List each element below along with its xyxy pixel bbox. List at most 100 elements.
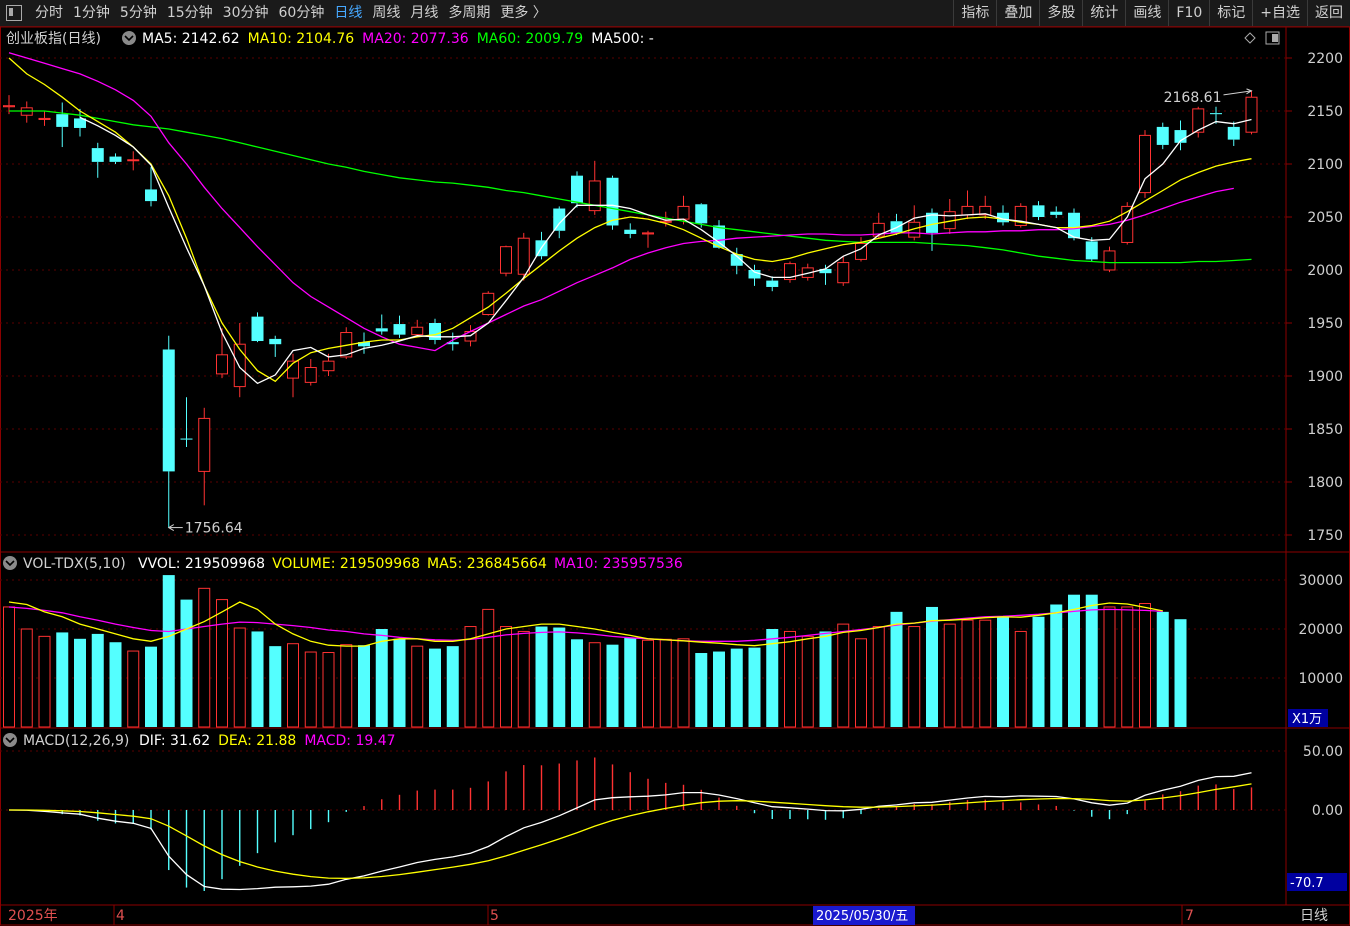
volume-bar bbox=[837, 623, 850, 728]
volume-bar bbox=[358, 645, 370, 727]
period-tab-10[interactable]: 更多 〉 bbox=[495, 0, 551, 26]
vol-legend-3: MA10: 235957536 bbox=[554, 556, 683, 572]
volume-bar bbox=[943, 623, 956, 728]
period-toolbar: 分时 1分钟 5分钟 15分钟 30分钟 60分钟 日线 周线 月线 多周期 更多 〉 指标 叠加 多股… bbox=[0, 0, 1350, 27]
macd-indicator-name: MACD(12,26,9) bbox=[23, 733, 129, 749]
candle bbox=[251, 312, 264, 343]
period-tab-8[interactable]: 月线 bbox=[405, 0, 443, 26]
candle bbox=[624, 223, 637, 239]
tool-button-7[interactable]: +自选 bbox=[1252, 0, 1307, 26]
volume-bar bbox=[1174, 619, 1187, 727]
vol-legend-1: VOLUME: 219509968 bbox=[272, 556, 420, 572]
candle bbox=[145, 167, 157, 207]
volume-bar bbox=[677, 638, 690, 728]
x-axis-label-2: 5 bbox=[490, 908, 499, 924]
volume-bar bbox=[855, 638, 867, 728]
macd-cursor-value: -70.7 bbox=[1290, 876, 1324, 891]
volume-bar bbox=[571, 639, 583, 727]
tool-button-6[interactable]: 标记 bbox=[1209, 0, 1252, 26]
volume-bar bbox=[3, 606, 15, 728]
volume-bar bbox=[20, 628, 33, 728]
period-tab-4[interactable]: 30分钟 bbox=[218, 0, 274, 26]
candle bbox=[162, 335, 175, 528]
volume-bar bbox=[216, 599, 228, 728]
main-y-tick-label: 1750 bbox=[1307, 528, 1343, 544]
tool-button-4[interactable]: 画线 bbox=[1125, 0, 1168, 26]
volume-bar bbox=[535, 626, 548, 727]
volume-bar bbox=[56, 632, 69, 727]
volume-bar bbox=[890, 611, 903, 727]
panel-toggle-icon[interactable] bbox=[6, 5, 22, 21]
period-tab-2[interactable]: 5分钟 bbox=[115, 0, 162, 26]
volume-bar bbox=[1139, 603, 1151, 728]
vol-y-tick-label: 30000 bbox=[1298, 573, 1343, 589]
ma-legend-4: MA500: - bbox=[591, 31, 654, 47]
ma-legend-3: MA60: 2009.79 bbox=[477, 31, 584, 47]
volume-bar bbox=[393, 638, 406, 727]
volume-bar bbox=[748, 647, 761, 727]
window-icon-fill bbox=[1272, 34, 1278, 42]
volume-bar bbox=[997, 616, 1009, 727]
volume-bar bbox=[659, 638, 672, 728]
candle bbox=[20, 101, 33, 123]
period-tab-6[interactable]: 日线 bbox=[329, 0, 367, 26]
period-tab-7[interactable]: 周线 bbox=[367, 0, 405, 26]
tool-button-3[interactable]: 统计 bbox=[1082, 0, 1125, 26]
tool-button-5[interactable]: F10 bbox=[1168, 0, 1209, 26]
candle bbox=[1227, 121, 1240, 146]
vol-unit: X1万 bbox=[1292, 712, 1322, 727]
kline-chart[interactable]: 2168.61 1756.64 2200 2150 2100 2050 2000 1950 1… bbox=[0, 27, 1350, 926]
macd-legend-1: DEA: 21.88 bbox=[218, 733, 296, 749]
volume-bar bbox=[482, 608, 495, 728]
volume-bar bbox=[1050, 604, 1063, 727]
volume-bar bbox=[553, 627, 566, 727]
candle bbox=[56, 102, 69, 148]
candle bbox=[375, 314, 388, 335]
tool-button-8[interactable]: 返回 bbox=[1307, 0, 1350, 26]
candle bbox=[180, 397, 193, 448]
tool-button-1[interactable]: 叠加 bbox=[996, 0, 1039, 26]
volume-bar bbox=[464, 626, 477, 728]
volume-bar bbox=[287, 643, 299, 728]
volume-bar bbox=[1121, 606, 1134, 728]
ma5-line bbox=[79, 116, 1252, 385]
period-tab-9[interactable]: 多周期 bbox=[443, 0, 495, 26]
volume-bar bbox=[233, 627, 246, 728]
candle bbox=[38, 111, 51, 126]
volume-bar bbox=[517, 630, 530, 728]
tool-button-2[interactable]: 多股 bbox=[1039, 0, 1082, 26]
main-y-tick-label: 2150 bbox=[1307, 104, 1343, 120]
macd-y-tick-label: 50.00 bbox=[1303, 744, 1343, 760]
volume-bar bbox=[198, 587, 211, 728]
macd-legend-0: DIF: 31.62 bbox=[139, 733, 210, 749]
vol-y-tick-label: 20000 bbox=[1298, 622, 1343, 638]
volume-bar bbox=[251, 631, 264, 727]
candle bbox=[766, 276, 779, 292]
volume-bar bbox=[908, 626, 921, 728]
period-tab-3[interactable]: 15分钟 bbox=[162, 0, 218, 26]
vol-dropdown-icon[interactable] bbox=[3, 556, 17, 570]
main-legend: 创业板指(日线) MA5: 2142.62 MA10: 2104.76 MA20: … bbox=[6, 31, 1280, 47]
candle bbox=[517, 232, 530, 281]
index-name: 创业板指(日线) bbox=[6, 31, 101, 47]
volume-bar bbox=[322, 652, 335, 728]
tool-button-0[interactable]: 指标 bbox=[953, 0, 996, 26]
volume-bar bbox=[588, 642, 601, 728]
period-tab-1[interactable]: 1分钟 bbox=[68, 0, 115, 26]
volume-bar bbox=[180, 599, 193, 727]
candle bbox=[1245, 90, 1258, 135]
diamond-icon[interactable] bbox=[1244, 32, 1256, 44]
candle bbox=[784, 261, 796, 283]
ma-legend-0: MA5: 2142.62 bbox=[142, 31, 240, 47]
volume-bar bbox=[446, 646, 459, 727]
dropdown-icon[interactable] bbox=[122, 31, 136, 45]
volume-bar bbox=[1103, 606, 1116, 728]
macd-dropdown-icon[interactable] bbox=[3, 733, 17, 747]
period-tab-0[interactable]: 分时 bbox=[30, 0, 68, 26]
candle bbox=[1014, 203, 1027, 228]
period-tab-5[interactable]: 60分钟 bbox=[274, 0, 330, 26]
period-label[interactable]: 日线 bbox=[1300, 908, 1328, 924]
x-axis-label-1: 4 bbox=[116, 908, 125, 924]
candle bbox=[91, 142, 104, 178]
volume-bar bbox=[127, 650, 140, 728]
